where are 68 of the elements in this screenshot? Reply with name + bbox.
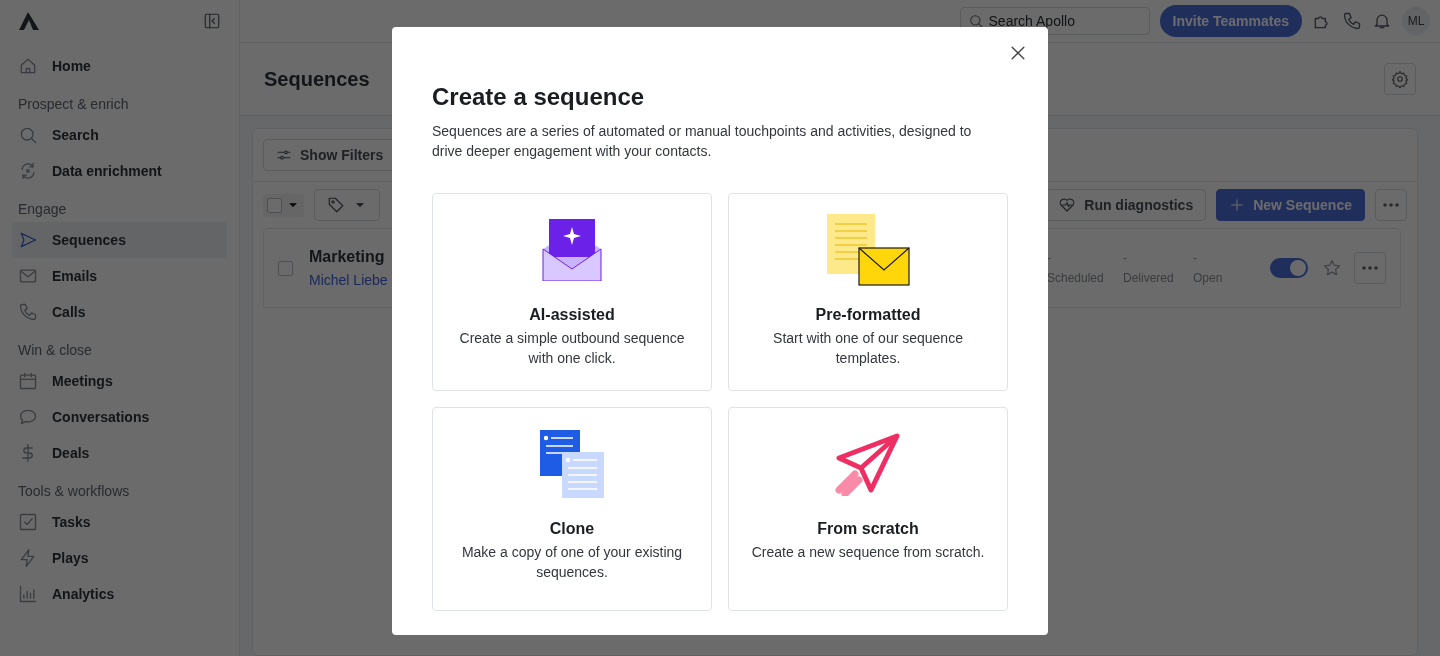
section-label: Prospect & enrich [17,95,130,114]
page-title: Sequences [264,67,370,91]
select-all-checkbox[interactable] [267,197,282,213]
option-title: Pre-formatted [815,306,921,324]
option-description: Start with one of our sequence templates. [772,329,964,368]
home-icon [18,56,38,76]
option-title: From scratch [817,520,919,538]
option-card[interactable]: From scratch Create a new sequence from scratch. [728,407,1008,611]
dialog-description: Sequences are a series of automated or manual touchpoints and activities, designed to drive deeper engagement with your contacts. [432,122,973,161]
heart-pulse-icon [1058,196,1077,214]
chat-icon [18,407,38,427]
sidebar-item[interactable]: Data enrichment [12,153,227,189]
stat-value: - [1193,251,1198,265]
avatar[interactable]: ML [1402,7,1430,35]
section-label: Win & close [17,341,93,360]
option-description: Create a simple outbound sequence with one click. [458,329,686,368]
more-icon [1362,266,1378,270]
row-more-button[interactable] [1354,252,1386,284]
more-button[interactable] [1375,189,1407,221]
section-label: Engage [17,200,68,219]
phone-icon [1342,11,1362,31]
invite-button[interactable]: Invite Teammates [1159,5,1302,37]
more-icon [1383,203,1399,207]
sidebar-item[interactable]: Calls [12,294,227,330]
sidebar-item[interactable]: Search [12,117,227,153]
tag-button[interactable] [314,189,380,221]
envelope-sparkle-icon [542,219,602,281]
plus-icon [1229,197,1246,213]
sidebar-item[interactable]: Deals [12,435,227,471]
settings-icon [1391,70,1409,88]
sidebar-item[interactable]: Tasks [12,504,227,540]
section-label: Tools & workflows [17,482,131,501]
option-card[interactable]: Clone Make a copy of one of your existing sequences. [432,407,712,611]
paper-plane-icon [835,432,901,496]
sequence-name[interactable]: Marketing [309,248,388,266]
option-card[interactable]: AI-assisted Create a simple outbound sequence with one click. [432,193,712,391]
sidebar-item[interactable]: Sequences [12,222,227,258]
sidebar-item[interactable]: Meetings [12,363,227,399]
checkbox-icon [18,512,38,532]
bar-chart-icon [18,584,38,604]
run-diagnostics-button[interactable]: Run diagnostics [1045,189,1207,221]
search-icon [967,13,984,29]
option-description: Make a copy of one of your existing sequences. [460,543,684,582]
sidebar-item[interactable]: Plays [12,540,227,576]
sidebar-item[interactable]: Conversations [12,399,227,435]
option-title: AI-assisted [529,306,615,324]
document-envelope-icon [826,214,910,286]
row-checkbox[interactable] [278,260,293,276]
sidebar-item[interactable]: Analytics [12,576,227,612]
stat-value: - [1123,251,1128,265]
stat-value: - [1047,251,1052,265]
owner-link[interactable]: Michel Liebe [309,272,388,288]
option-card[interactable]: Pre-formatted Start with one of our sequence templates. [728,193,1008,391]
settings-button[interactable] [1384,63,1416,95]
send-icon [18,230,38,250]
phone-icon [18,302,38,322]
calendar-icon [18,371,38,391]
new-sequence-button[interactable]: New Sequence [1216,189,1365,221]
logo-icon [18,11,40,31]
dialog-title: Create a sequence [432,83,646,111]
option-description: Create a new sequence from scratch. [751,543,985,562]
search-icon [18,125,38,145]
active-toggle[interactable] [1270,258,1308,278]
option-title: Clone [549,520,595,538]
documents-icon [540,430,604,498]
tag-icon [327,196,345,214]
sidebar-item[interactable]: Home [12,48,227,84]
sidebar-item[interactable]: Emails [12,258,227,294]
